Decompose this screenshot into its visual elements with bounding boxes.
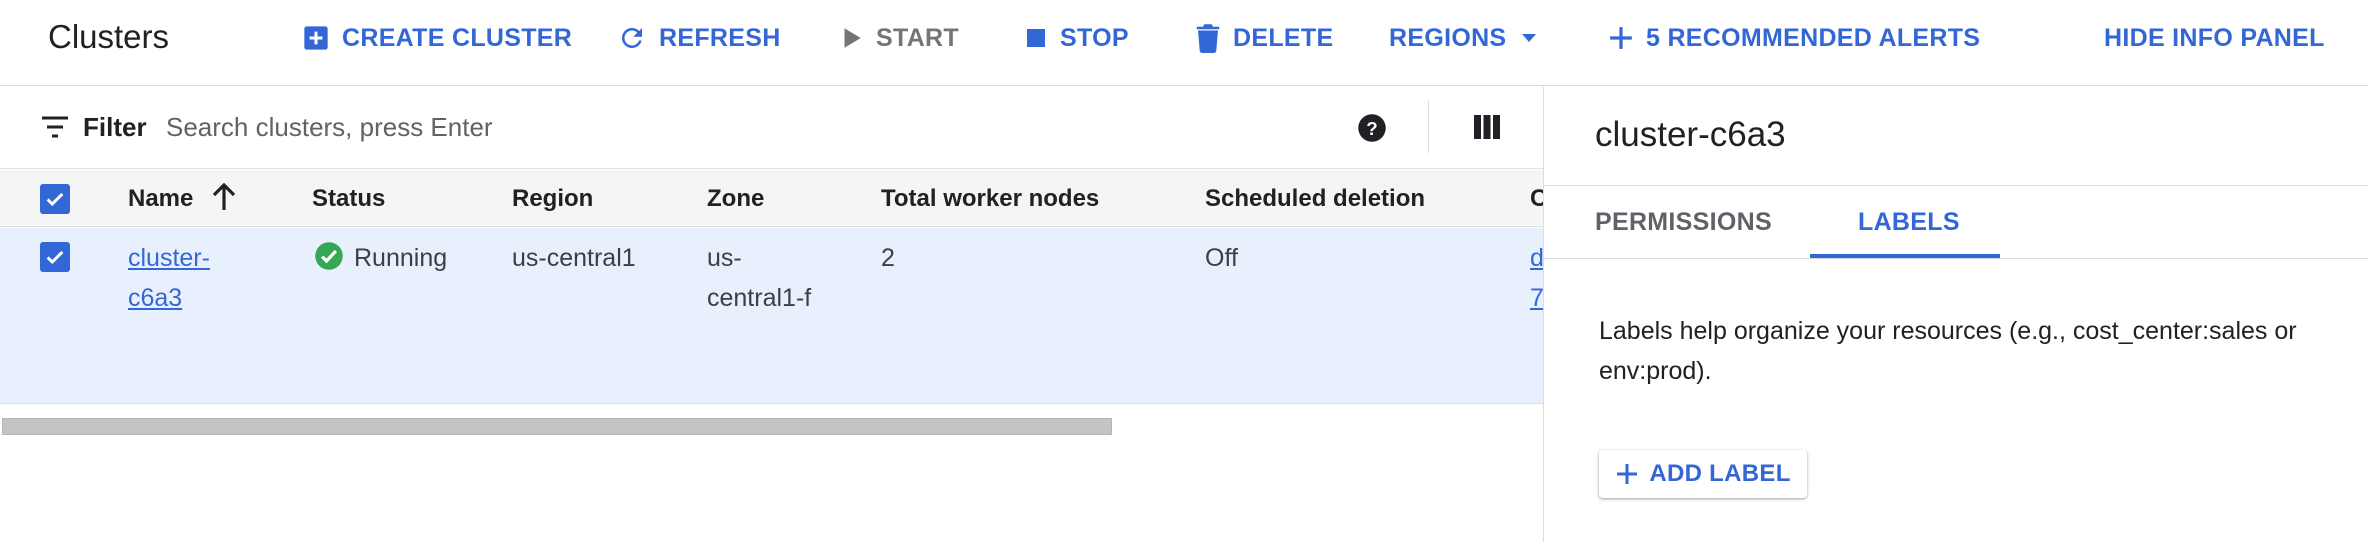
top-toolbar: Clusters CREATE CLUSTER REFRESH START ST… <box>0 0 2368 86</box>
filter-label[interactable]: Filter <box>83 111 147 143</box>
table-row[interactable]: cluster- c6a3 Running us-central1 us- ce… <box>0 228 1544 404</box>
zone-cell: us- central1-f <box>707 238 811 318</box>
filter-icon[interactable] <box>40 115 70 144</box>
add-label-text: ADD LABEL <box>1649 460 1791 487</box>
horizontal-scrollbar-thumb[interactable] <box>2 418 1112 435</box>
start-button[interactable]: START <box>838 18 959 58</box>
zone-line1: us- <box>707 244 742 272</box>
column-display-icon[interactable] <box>1473 114 1501 145</box>
info-panel-title: cluster-c6a3 <box>1595 115 1786 154</box>
filter-bar-divider <box>1428 101 1429 153</box>
hide-info-panel-button[interactable]: HIDE INFO PANEL <box>2104 18 2325 58</box>
stop-label: STOP <box>1060 23 1129 52</box>
select-all-checkbox[interactable] <box>40 184 70 214</box>
labels-description: Labels help organize your resources (e.g… <box>1599 317 2297 385</box>
plus-icon <box>1608 25 1634 51</box>
check-circle-icon <box>314 241 344 276</box>
help-icon[interactable]: ? <box>1357 113 1387 148</box>
filter-bar: Filter ? <box>0 87 1543 169</box>
stop-button[interactable]: STOP <box>1024 18 1129 58</box>
trash-icon <box>1195 23 1221 53</box>
page-title: Clusters <box>48 18 170 55</box>
refresh-button[interactable]: REFRESH <box>617 18 781 58</box>
sort-ascending-icon[interactable] <box>211 182 237 217</box>
add-label-button[interactable]: ADD LABEL <box>1599 450 1807 498</box>
hide-info-panel-label: HIDE INFO PANEL <box>2104 23 2325 52</box>
total-worker-nodes-cell: 2 <box>881 244 895 272</box>
caret-down-icon <box>1520 32 1538 44</box>
checkmark-icon <box>46 250 64 265</box>
column-header-region[interactable]: Region <box>512 184 593 214</box>
region-cell: us-central1 <box>512 244 636 272</box>
create-cluster-label: CREATE CLUSTER <box>342 23 573 52</box>
column-header-status[interactable]: Status <box>312 184 385 214</box>
cloud-storage-link[interactable]: d 7 <box>1530 238 1544 318</box>
tab-labels[interactable]: LABELS <box>1858 186 1960 259</box>
status-text: Running <box>354 244 448 272</box>
cluster-name-link[interactable]: cluster- c6a3 <box>128 238 210 318</box>
info-panel: cluster-c6a3 PERMISSIONS LABELS Labels h… <box>1543 87 2368 542</box>
cloud-storage-line1: d <box>1530 244 1544 272</box>
dataproc-clusters-page: Clusters CREATE CLUSTER REFRESH START ST… <box>0 0 2368 542</box>
tab-permissions[interactable]: PERMISSIONS <box>1595 186 1772 259</box>
delete-button[interactable]: DELETE <box>1195 18 1333 58</box>
column-header-scheduled-deletion[interactable]: Scheduled deletion <box>1205 184 1425 214</box>
active-tab-indicator <box>1810 254 2000 258</box>
start-label: START <box>876 23 959 52</box>
create-cluster-button[interactable]: CREATE CLUSTER <box>302 18 572 58</box>
column-header-name[interactable]: Name <box>128 184 193 214</box>
plus-icon <box>1615 462 1639 486</box>
add-box-icon <box>302 24 330 52</box>
scheduled-deletion-cell: Off <box>1205 244 1238 272</box>
regions-dropdown[interactable]: REGIONS <box>1389 18 1538 58</box>
search-input[interactable] <box>166 107 1286 147</box>
column-header-total-worker-nodes[interactable]: Total worker nodes <box>881 184 1099 214</box>
cluster-name-line1: cluster- <box>128 244 210 272</box>
regions-label: REGIONS <box>1389 23 1507 52</box>
stop-icon <box>1024 26 1048 50</box>
zone-line2: central1-f <box>707 284 812 312</box>
row-checkbox[interactable] <box>40 242 70 272</box>
recommended-alerts-label: 5 RECOMMENDED ALERTS <box>1646 23 1981 52</box>
play-icon <box>838 25 864 51</box>
recommended-alerts-button[interactable]: 5 RECOMMENDED ALERTS <box>1608 18 1980 58</box>
refresh-label: REFRESH <box>659 23 781 52</box>
checkmark-icon <box>46 192 64 207</box>
svg-text:?: ? <box>1366 118 1377 139</box>
refresh-icon <box>617 23 647 53</box>
cloud-storage-line2: 7 <box>1530 284 1544 312</box>
info-panel-tabs: PERMISSIONS LABELS <box>1544 185 2368 259</box>
column-header-zone[interactable]: Zone <box>707 184 764 214</box>
cluster-name-line2: c6a3 <box>128 284 183 312</box>
delete-label: DELETE <box>1233 23 1334 52</box>
